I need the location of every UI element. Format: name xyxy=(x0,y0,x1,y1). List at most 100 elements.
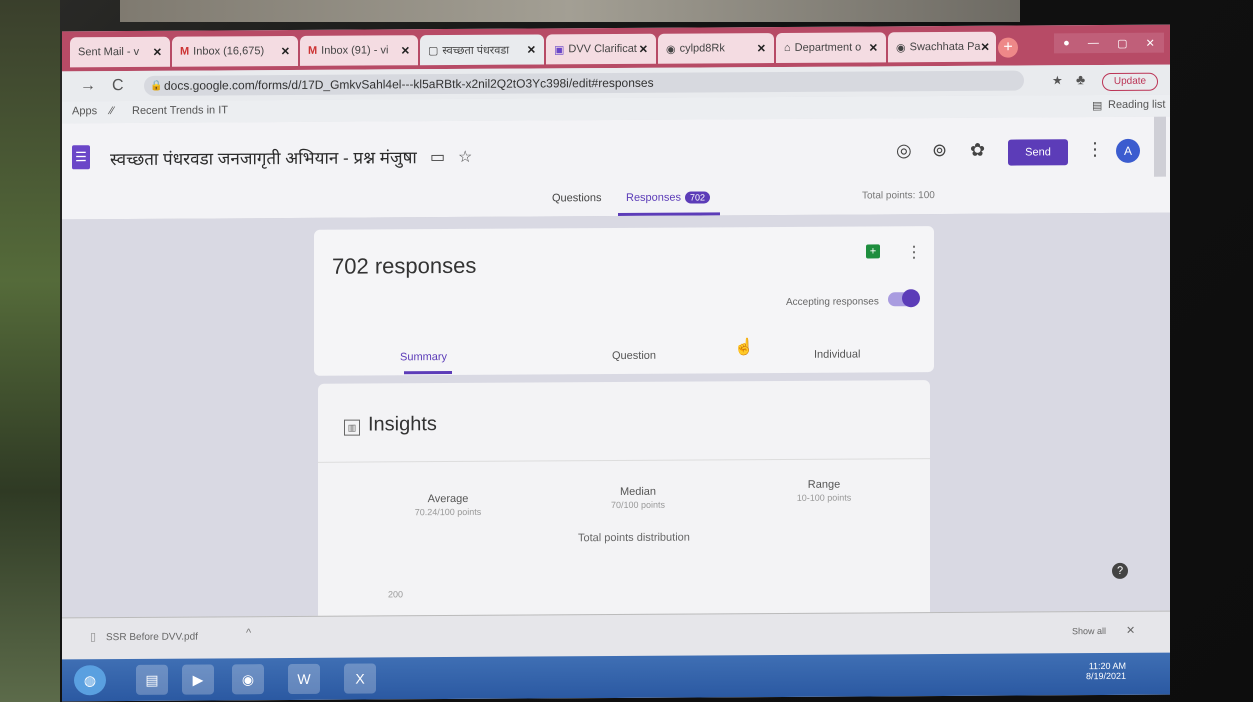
close-icon[interactable]: ✕ xyxy=(757,42,766,55)
close-icon[interactable]: ✕ xyxy=(1126,624,1135,637)
tab-label: cylpd8Rk xyxy=(679,42,725,55)
close-icon[interactable]: ✕ xyxy=(981,40,990,53)
median-value: 70/100 points xyxy=(610,499,666,511)
median-label: Median xyxy=(619,485,657,498)
tab-sent-mail[interactable]: Sent Mail - v ✕ xyxy=(70,36,170,68)
close-icon[interactable]: ✕ xyxy=(281,44,290,57)
download-file-name[interactable]: SSR Before DVV.pdf xyxy=(106,632,198,644)
insights-card: ▥ Insights Average 70.24/100 points Medi… xyxy=(318,380,930,624)
sheets-icon[interactable]: + xyxy=(866,244,880,259)
distribution-title: Total points distribution xyxy=(578,531,690,545)
reading-list-link[interactable]: Reading list xyxy=(1108,99,1165,111)
close-icon[interactable]: ✕ xyxy=(639,42,648,55)
avatar[interactable]: A xyxy=(1116,138,1140,163)
insights-chart-icon: ▥ xyxy=(344,419,360,436)
word-icon[interactable]: W xyxy=(288,663,320,695)
close-icon[interactable]: ✕ xyxy=(869,41,878,54)
tab-forms-active[interactable]: ▢ स्वच्छता पंधरवडा ✕ xyxy=(420,34,544,66)
minimize-icon[interactable]: — xyxy=(1088,37,1099,49)
tab-label: Sent Mail - v xyxy=(78,45,140,59)
update-button[interactable]: Update xyxy=(1102,72,1158,92)
close-icon[interactable]: ✕ xyxy=(527,43,536,56)
tab-responses[interactable]: Responses 702 xyxy=(626,191,711,204)
tab-label: Department o xyxy=(794,41,862,54)
show-all-button[interactable]: Show all xyxy=(1072,626,1106,636)
tab-questions[interactable]: Questions xyxy=(552,192,602,204)
back-arrow-icon[interactable]: → xyxy=(80,77,96,95)
responses-count-title: 702 responses xyxy=(332,252,477,279)
chevron-up-icon[interactable]: ^ xyxy=(246,627,251,639)
summary-tab-indicator xyxy=(404,371,452,375)
send-button[interactable]: Send xyxy=(1008,139,1068,166)
accepting-responses-label: Accepting responses xyxy=(786,296,879,308)
background-window xyxy=(120,0,1020,22)
lock-icon[interactable]: 🔒 xyxy=(150,81,162,92)
new-tab-button[interactable]: + xyxy=(998,37,1018,58)
bookmark-recent-trends[interactable]: Recent Trends in IT xyxy=(132,104,228,117)
close-icon[interactable]: ✕ xyxy=(401,44,410,57)
gmail-icon: M xyxy=(308,44,318,57)
insights-title: Insights xyxy=(368,413,437,436)
windows-taskbar: ◍ ▤ ▶ ◉ W X 11:20 AM 8/19/2021 xyxy=(62,652,1170,702)
browser-tab-strip: Sent Mail - v ✕ M Inbox (16,675) ✕ M Inbox (… xyxy=(62,24,1170,72)
tab-department[interactable]: ⌂ Department o ✕ xyxy=(776,32,886,64)
tab-label: Inbox (91) - vi xyxy=(321,44,389,57)
preview-eye-icon[interactable]: ⊚ xyxy=(932,140,947,161)
star-icon[interactable]: ☆ xyxy=(458,147,472,167)
divider xyxy=(318,458,930,463)
profile-icon[interactable]: ● xyxy=(1063,37,1070,49)
form-title[interactable]: स्वच्छता पंधरवडा जनजागृती अभियान - प्रश्… xyxy=(110,145,417,170)
tab-dvv[interactable]: ▣ DVV Clarificat ✕ xyxy=(546,33,656,65)
scrollbar[interactable] xyxy=(1154,116,1166,177)
tab-cylpd[interactable]: ◉ cylpd8Rk ✕ xyxy=(658,33,774,64)
maximize-icon[interactable]: ▢ xyxy=(1117,36,1127,49)
clock-time[interactable]: 11:20 AM xyxy=(1086,661,1126,671)
excel-icon[interactable]: X xyxy=(344,663,376,694)
clock-date[interactable]: 8/19/2021 xyxy=(1086,671,1126,681)
more-vert-icon[interactable]: ⋮ xyxy=(1086,139,1104,160)
window-controls: ● — ▢ ✕ xyxy=(1054,32,1164,54)
tab-swachhata[interactable]: ◉ Swachhata Pa ✕ xyxy=(888,31,996,63)
chrome-taskbar-icon[interactable]: ◉ xyxy=(232,664,264,695)
media-player-icon[interactable]: ▶ xyxy=(182,664,214,695)
bookmark-folder-icon: ⁄⁄ xyxy=(110,105,114,118)
accepting-responses-toggle[interactable] xyxy=(888,289,920,308)
close-window-icon[interactable]: ✕ xyxy=(1146,36,1155,49)
responses-count-badge: 702 xyxy=(685,191,711,204)
star-icon[interactable]: ★ xyxy=(1052,73,1063,87)
tab-label: DVV Clarificat xyxy=(568,42,637,56)
close-icon[interactable]: ✕ xyxy=(153,45,162,58)
page-icon: ▢ xyxy=(428,44,439,57)
forms-header: ☰ स्वच्छता पंधरवडा जनजागृती अभियान - प्र… xyxy=(62,116,1170,221)
more-vert-icon[interactable]: ⋮ xyxy=(906,242,922,262)
tab-label: Inbox (16,675) xyxy=(193,45,265,58)
average-label: Average xyxy=(427,492,469,506)
range-stat: Range 10-100 points xyxy=(764,478,884,503)
range-value: 10-100 points xyxy=(796,492,852,503)
reload-icon[interactable]: C xyxy=(112,77,124,95)
palette-icon[interactable]: ◎ xyxy=(896,140,912,161)
explorer-icon[interactable]: ▤ xyxy=(136,664,168,695)
chrome-icon: ◉ xyxy=(896,41,906,54)
start-button[interactable]: ◍ xyxy=(74,665,106,696)
folder-icon[interactable]: ▭ xyxy=(430,147,445,167)
settings-gear-icon[interactable]: ✿ xyxy=(970,140,985,161)
tab-label: स्वच्छता पंधरवडा xyxy=(442,44,510,57)
tab-individual[interactable]: Individual xyxy=(814,349,860,361)
tab-inbox-1[interactable]: M Inbox (16,675) ✕ xyxy=(172,35,298,67)
tab-question[interactable]: Question xyxy=(612,350,656,362)
bookmark-apps[interactable]: Apps xyxy=(72,105,97,117)
tab-label: Swachhata Pa xyxy=(909,40,981,54)
url-input[interactable]: docs.google.com/forms/d/17D_GmkvSahl4el-… xyxy=(144,70,1024,96)
help-icon[interactable]: ? xyxy=(1112,562,1128,579)
forms-app-icon[interactable]: ☰ xyxy=(72,145,90,170)
extension-icon[interactable]: ♣ xyxy=(1076,71,1085,87)
average-stat: Average 70.24/100 points xyxy=(388,493,508,518)
tab-inbox-2[interactable]: M Inbox (91) - vi ✕ xyxy=(300,35,418,66)
tab-summary[interactable]: Summary xyxy=(400,351,447,363)
total-points: Total points: 100 xyxy=(862,190,935,202)
background-wall xyxy=(0,0,60,702)
toggle-knob xyxy=(902,289,920,308)
axis-tick-label: 200 xyxy=(388,589,404,600)
reading-list-icon[interactable]: ▤ xyxy=(1092,99,1102,112)
